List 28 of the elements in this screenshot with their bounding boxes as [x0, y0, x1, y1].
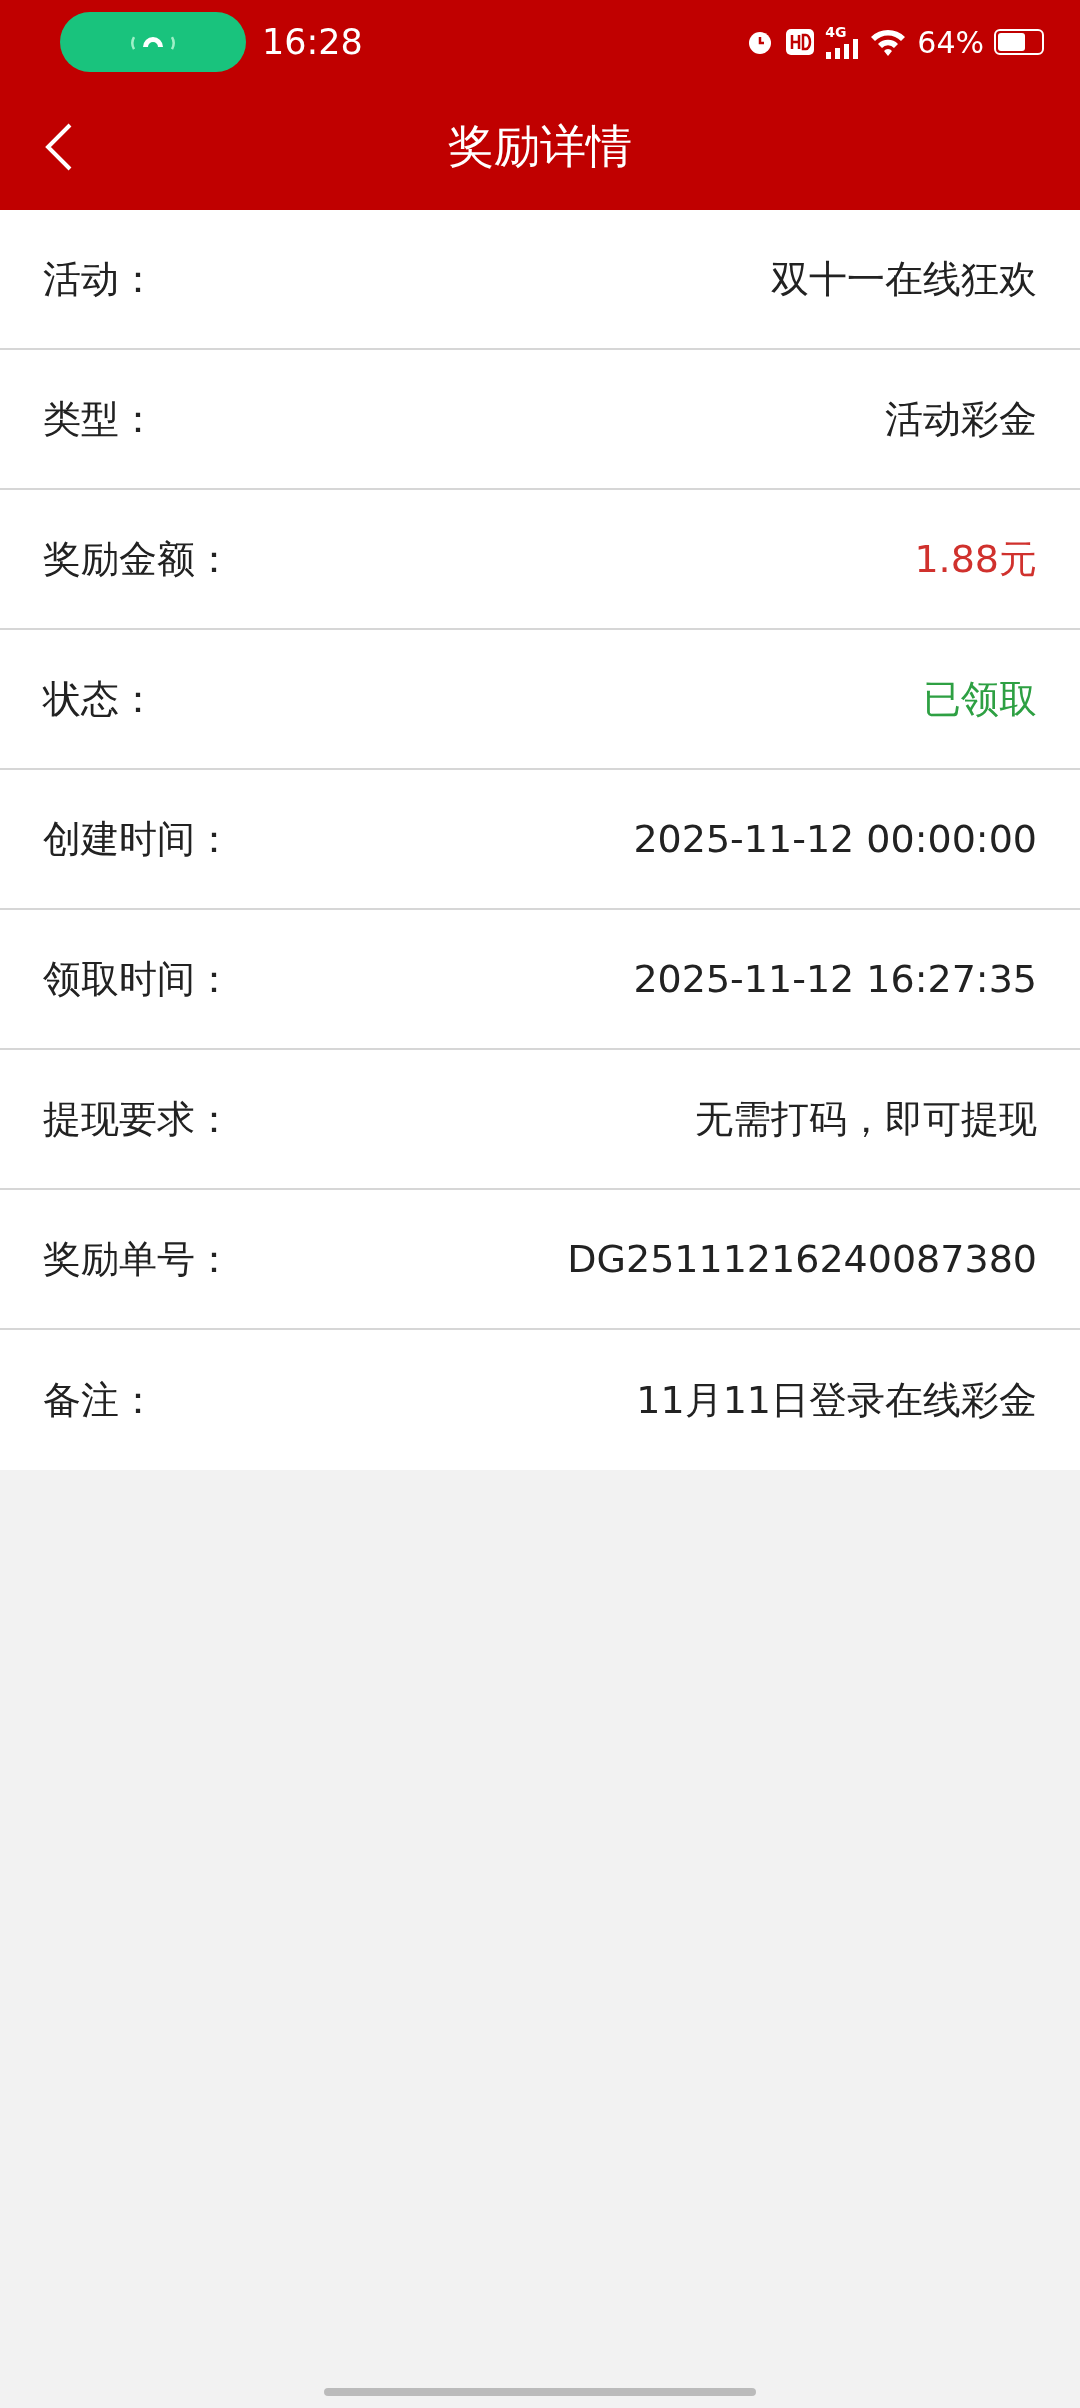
back-icon[interactable] [44, 122, 74, 172]
page-title: 奖励详情 [448, 118, 632, 175]
status-time: 16:28 [262, 22, 363, 62]
field-label: 提现要求： [43, 1095, 233, 1143]
field-label: 创建时间： [43, 815, 233, 863]
field-label: 奖励金额： [43, 535, 233, 583]
field-label: 状态： [43, 675, 157, 723]
call-indicator[interactable] [60, 12, 246, 72]
field-label: 活动： [43, 255, 157, 303]
field-value: 活动彩金 [885, 395, 1037, 443]
field-value: 已领取 [923, 675, 1037, 723]
field-value: 无需打码，即可提现 [695, 1095, 1037, 1143]
hd-icon [785, 28, 816, 56]
field-value: 双十一在线狂欢 [771, 255, 1037, 303]
signal-icon [825, 39, 860, 59]
field-value: 2025-11-12 16:27:35 [633, 957, 1037, 1001]
network-type: 4G [825, 25, 847, 39]
battery-icon [994, 29, 1044, 55]
field-label: 领取时间： [43, 955, 233, 1003]
field-label: 奖励单号： [43, 1235, 233, 1283]
battery-percent: 64% [917, 24, 984, 60]
field-value: 11月11日登录在线彩金 [636, 1376, 1037, 1424]
field-label: 备注： [43, 1376, 157, 1424]
field-value: 1.88元 [914, 535, 1037, 583]
field-value: 2025-11-12 00:00:00 [633, 817, 1037, 861]
wifi-icon [869, 27, 908, 57]
field-label: 类型： [43, 395, 157, 443]
field-value: DG25111216240087380 [567, 1237, 1037, 1281]
